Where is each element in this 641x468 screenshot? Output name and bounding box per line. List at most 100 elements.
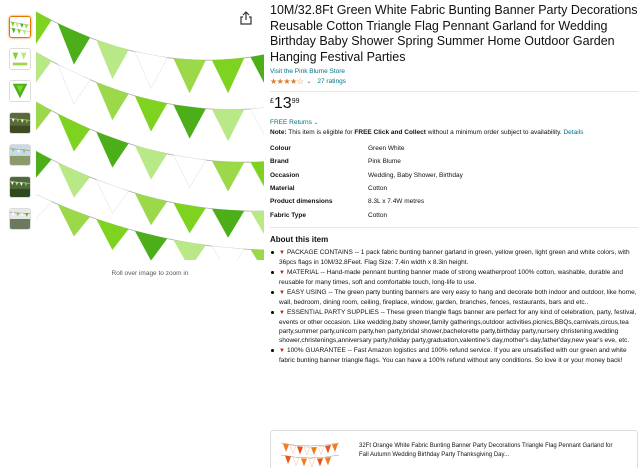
spec-value: Cotton — [368, 211, 388, 219]
pennant-flag — [173, 58, 206, 94]
divider — [270, 226, 638, 228]
pennant-flag — [96, 131, 129, 168]
bullet-text: 100% GUARANTEE -- Fast Amazon logistics … — [279, 346, 627, 365]
thumbnail-7[interactable] — [9, 208, 31, 230]
pennant-flag — [36, 51, 52, 83]
sponsored-product-title[interactable]: 32Ft Orange White Fabric Bunting Banner … — [359, 442, 619, 459]
product-title: 10M/32.8Ft Green White Fabric Bunting Ba… — [270, 3, 638, 64]
returns-label: FREE Returns — [270, 119, 312, 126]
spec-value: Pink Blume — [368, 158, 401, 166]
chevron-down-icon[interactable]: ⌄ — [306, 78, 311, 85]
spec-row: Fabric Type Cotton — [270, 208, 528, 221]
pennant-flag — [57, 63, 91, 105]
spec-row: Material Cotton — [270, 182, 528, 195]
pennant-flag — [134, 95, 168, 132]
pennant-flag — [211, 208, 245, 238]
thumbnail-1[interactable] — [9, 16, 31, 38]
note-text-after: without a minimum order subject to avail… — [425, 129, 564, 136]
bullet-text: EASY USING -- The green party bunting ba… — [279, 288, 637, 306]
chevron-down-icon: ⌄ — [313, 120, 319, 126]
spec-row: Brand Pink Blume — [270, 155, 528, 168]
main-product-image[interactable] — [36, 10, 264, 260]
list-item: ▼ EASY USING -- The green party bunting b… — [270, 288, 638, 307]
spec-key: Colour — [270, 145, 291, 153]
note-label: Note: — [270, 129, 287, 136]
rating-row: ★★★★☆ ⌄ 27 ratings — [270, 77, 638, 86]
delivery-note: Note: This item is eligible for FREE Cli… — [270, 128, 638, 137]
triangle-icon: ▼ — [279, 289, 285, 296]
triangle-icon: ▼ — [279, 249, 285, 256]
share-icon[interactable] — [238, 10, 254, 26]
spec-key: Fabric Type — [270, 211, 307, 219]
pennant-flag — [57, 23, 91, 65]
price: £ 13 99 — [270, 95, 638, 115]
pennant-flag — [172, 154, 207, 189]
price-whole: 13 — [273, 95, 292, 112]
pennant-flag — [36, 151, 52, 178]
thumbnail-list — [9, 16, 33, 240]
pennant-flag — [250, 210, 264, 235]
zoom-hint: Roll over image to zoom in — [111, 270, 189, 277]
list-item: ▼ PACKAGE CONTAINS -- 1 pack fabric bunti… — [270, 248, 638, 267]
sponsored-product-card[interactable]: 32Ft Orange White Fabric Bunting Banner … — [270, 430, 638, 468]
pennant-flag — [96, 39, 129, 79]
bullet-text: ESSENTIAL PARTY SUPPLIES -- These green … — [279, 308, 637, 345]
product-details: 10M/32.8Ft Green White Fabric Bunting Ba… — [270, 3, 638, 366]
thumbnail-6[interactable] — [9, 176, 31, 198]
pennant-flag — [134, 230, 168, 260]
store-link[interactable]: Visit the Pink Blume Store — [270, 68, 638, 75]
spec-key: Brand — [270, 158, 289, 166]
pennant-flag — [250, 54, 264, 83]
pennant-flag — [250, 249, 264, 260]
pennant-flag — [173, 239, 206, 260]
pennant-flag — [211, 109, 245, 142]
pennant-flag — [134, 51, 168, 90]
spec-row: Product dimensions 8.3L x 7.4W metres — [270, 195, 528, 208]
pennant-flag — [36, 101, 52, 131]
ratings-count-link[interactable]: 27 ratings — [317, 78, 346, 85]
pennant-flag — [173, 202, 206, 234]
pennant-flag — [250, 107, 264, 135]
pennant-flag — [95, 179, 129, 214]
pennant-flag — [250, 161, 264, 187]
pennant-flag — [173, 104, 206, 139]
pennant-flag — [211, 57, 245, 94]
triangle-icon: ▼ — [279, 309, 285, 316]
bullet-text: PACKAGE CONTAINS -- 1 pack fabric buntin… — [279, 248, 630, 266]
pennant-flag — [57, 162, 91, 198]
spec-key: Occasion — [270, 171, 300, 179]
triangle-icon: ▼ — [279, 347, 285, 354]
star-rating[interactable]: ★★★★☆ — [270, 77, 304, 86]
pennant-flag — [96, 82, 129, 121]
spec-value: Wedding, Baby Shower, Birthday — [368, 171, 463, 179]
spec-value: Green White — [368, 145, 405, 153]
thumbnail-3[interactable] — [9, 80, 31, 102]
pennant-flag — [96, 218, 129, 250]
note-text-before: This item is eligible for — [286, 129, 355, 136]
sponsored-product-image[interactable] — [280, 439, 340, 468]
free-returns-link[interactable]: FREE Returns ⌄ — [270, 119, 638, 126]
pennant-flag — [211, 245, 245, 260]
product-specs-table: Colour Green White Brand Pink Blume Occasi… — [270, 142, 528, 222]
list-item: ▼ ESSENTIAL PARTY SUPPLIES -- These green… — [270, 308, 638, 346]
pennant-flag — [211, 160, 245, 192]
spec-row: Colour Green White — [270, 142, 528, 155]
thumbnail-5[interactable] — [9, 144, 31, 166]
pennant-flag — [57, 204, 91, 237]
list-item: ▼ 100% GUARANTEE -- Fast Amazon logistics… — [270, 346, 638, 365]
pennant-flag — [134, 145, 168, 180]
about-title: About this item — [270, 234, 329, 244]
spec-key: Material — [270, 185, 295, 193]
details-link[interactable]: Details — [563, 129, 583, 136]
note-bold: FREE Click and Collect — [354, 129, 426, 136]
pennant-flag — [57, 113, 91, 152]
bullet-text: MATERIAL -- Hand-made pennant bunting ba… — [279, 268, 623, 286]
list-item: ▼ MATERIAL -- Hand-made pennant bunting b… — [270, 268, 638, 287]
divider — [270, 91, 638, 92]
thumbnail-2[interactable] — [9, 48, 31, 70]
spec-value: Cotton — [368, 185, 388, 193]
pennant-flag — [134, 193, 168, 226]
thumbnail-4[interactable] — [9, 112, 31, 134]
pennant-flag — [36, 194, 52, 220]
price-fraction: 99 — [291, 98, 300, 105]
